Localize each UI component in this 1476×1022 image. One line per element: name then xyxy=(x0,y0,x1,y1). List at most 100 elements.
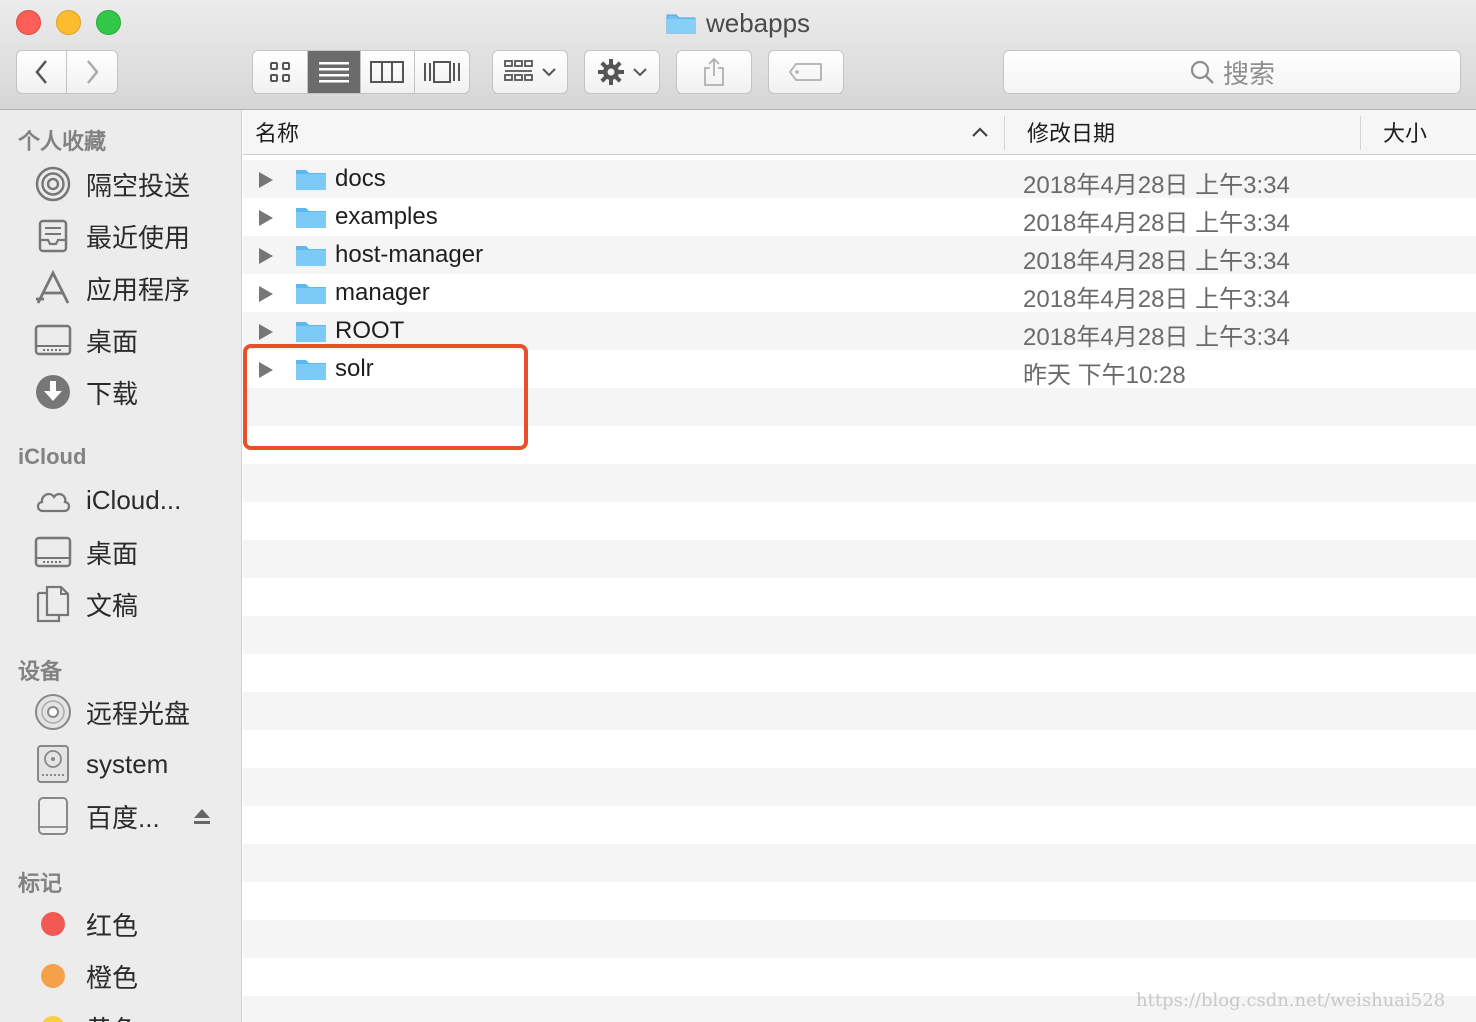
sidebar-item-tag-orange[interactable]: 橙色 xyxy=(34,954,234,998)
file-name: ROOT xyxy=(335,317,405,344)
empty-row xyxy=(243,540,1476,578)
tag-button[interactable] xyxy=(768,50,844,94)
column-header-name[interactable]: 名称 xyxy=(255,110,995,154)
empty-row xyxy=(243,654,1476,692)
desktop-icon xyxy=(34,533,72,571)
disclosure-triangle-icon[interactable] xyxy=(259,248,273,264)
column-divider xyxy=(1004,116,1005,150)
empty-row xyxy=(243,692,1476,730)
tag-dot-red-icon xyxy=(34,905,72,943)
folder-icon xyxy=(666,14,696,34)
chevron-left-icon xyxy=(34,60,47,84)
file-modified: 2018年4月28日 上午3:34 xyxy=(1023,286,1290,313)
sidebar-item-downloads[interactable]: 下载 xyxy=(34,370,234,414)
disclosure-triangle-icon[interactable] xyxy=(259,286,273,302)
file-modified: 2018年4月28日 上午3:34 xyxy=(1023,172,1290,199)
eject-icon[interactable] xyxy=(192,807,212,827)
list-item[interactable]: examples 2018年4月28日 上午3:34 xyxy=(243,198,1476,237)
list-item[interactable]: manager 2018年4月28日 上午3:34 xyxy=(243,274,1476,313)
search-placeholder: 搜索 xyxy=(1222,58,1275,89)
favorites-section-title: 个人收藏 xyxy=(18,129,107,154)
action-button[interactable] xyxy=(584,50,660,94)
disclosure-triangle-icon[interactable] xyxy=(259,324,273,340)
icloud-section-title: iCloud xyxy=(18,444,87,469)
sidebar-item-applications[interactable]: 应用程序 xyxy=(34,266,234,310)
column-divider xyxy=(1360,116,1361,150)
file-list: docs 2018年4月28日 上午3:34 examples 2018年4月2… xyxy=(243,156,1476,1022)
folder-icon xyxy=(296,284,326,304)
tag-dot-yellow-icon xyxy=(34,1009,72,1022)
list-item[interactable]: host-manager 2018年4月28日 上午3:34 xyxy=(243,236,1476,275)
hard-drive-icon xyxy=(34,745,72,783)
arrange-button[interactable] xyxy=(492,50,568,94)
list-item[interactable]: docs 2018年4月28日 上午3:34 xyxy=(243,160,1476,199)
column-name-label: 名称 xyxy=(255,121,300,146)
cover-flow-view-button[interactable] xyxy=(415,51,469,93)
sidebar-item-airdrop[interactable]: 隔空投送 xyxy=(34,162,234,206)
documents-icon xyxy=(34,585,72,623)
sidebar-item-label: 下载 xyxy=(86,378,139,409)
gear-icon xyxy=(598,59,624,85)
column-header-size[interactable]: 大小 xyxy=(1383,110,1473,154)
empty-row xyxy=(243,920,1476,958)
file-name: host-manager xyxy=(335,241,484,268)
tag-dot-orange-icon xyxy=(34,957,72,995)
chevron-down-icon xyxy=(633,68,647,77)
disclosure-triangle-icon[interactable] xyxy=(259,172,273,188)
sidebar-item-desktop[interactable]: 桌面 xyxy=(34,318,234,362)
sidebar-item-remote-disc[interactable]: 远程光盘 xyxy=(34,690,234,734)
sidebar-item-label: 桌面 xyxy=(86,326,139,357)
folder-icon xyxy=(296,170,326,190)
sidebar-item-icloud-desktop[interactable]: 桌面 xyxy=(34,530,234,574)
disclosure-triangle-icon[interactable] xyxy=(259,210,273,226)
empty-row xyxy=(243,844,1476,882)
remote-disc-icon xyxy=(34,693,72,731)
sidebar: 个人收藏 隔空投送 最近使用 应用程序 桌面 下载 iCloud iCloud.… xyxy=(0,110,242,1022)
sidebar-item-label: 桌面 xyxy=(86,538,139,569)
empty-row xyxy=(243,730,1476,768)
icloud-icon xyxy=(34,481,72,519)
devices-section-title: 设备 xyxy=(18,659,63,684)
forward-button[interactable] xyxy=(67,51,117,93)
icon-view-button[interactable] xyxy=(253,51,308,93)
folder-icon xyxy=(296,322,326,342)
sidebar-item-system[interactable]: system xyxy=(34,742,234,786)
watermark: https://blog.csdn.net/weishuai528 xyxy=(1136,990,1446,1011)
sidebar-item-tag-yellow[interactable]: 黄色 xyxy=(34,1006,234,1022)
sidebar-item-tag-red[interactable]: 红色 xyxy=(34,902,234,946)
file-modified: 昨天 下午10:28 xyxy=(1023,362,1186,389)
sidebar-item-label: 文稿 xyxy=(86,590,139,621)
column-view-button[interactable] xyxy=(361,51,415,93)
back-button[interactable] xyxy=(17,51,67,93)
share-icon xyxy=(704,57,724,86)
empty-row xyxy=(243,806,1476,844)
sidebar-item-label: system xyxy=(86,748,169,779)
empty-row xyxy=(243,578,1476,616)
list-icon xyxy=(318,62,349,83)
columns-icon xyxy=(370,61,405,83)
sidebar-item-label: 隔空投送 xyxy=(86,170,191,201)
sidebar-item-recents[interactable]: 最近使用 xyxy=(34,214,234,258)
nav-button-group xyxy=(16,50,118,94)
sidebar-item-label: 橙色 xyxy=(86,962,139,993)
sidebar-item-label: 百度... xyxy=(86,802,160,833)
column-header-modified[interactable]: 修改日期 xyxy=(1027,110,1357,154)
file-modified: 2018年4月28日 上午3:34 xyxy=(1023,210,1290,237)
file-modified: 2018年4月28日 上午3:34 xyxy=(1023,324,1290,351)
empty-row xyxy=(243,464,1476,502)
tags-section-title: 标记 xyxy=(18,871,63,896)
sidebar-item-documents[interactable]: 文稿 xyxy=(34,582,234,626)
search-input[interactable]: 搜索 xyxy=(1003,50,1461,94)
sidebar-item-label: 远程光盘 xyxy=(86,698,191,729)
airdrop-icon xyxy=(34,165,72,203)
external-drive-icon xyxy=(34,797,72,835)
sidebar-item-icloud-drive[interactable]: iCloud... xyxy=(34,478,234,522)
view-mode-group xyxy=(252,50,470,94)
window-title: webapps xyxy=(0,6,1476,40)
empty-row xyxy=(243,882,1476,920)
list-view-button[interactable] xyxy=(307,51,361,93)
share-button[interactable] xyxy=(676,50,752,94)
cover-flow-icon xyxy=(423,61,460,83)
title-bar: webapps 搜索 xyxy=(0,0,1476,110)
sidebar-item-label: iCloud... xyxy=(86,484,182,515)
